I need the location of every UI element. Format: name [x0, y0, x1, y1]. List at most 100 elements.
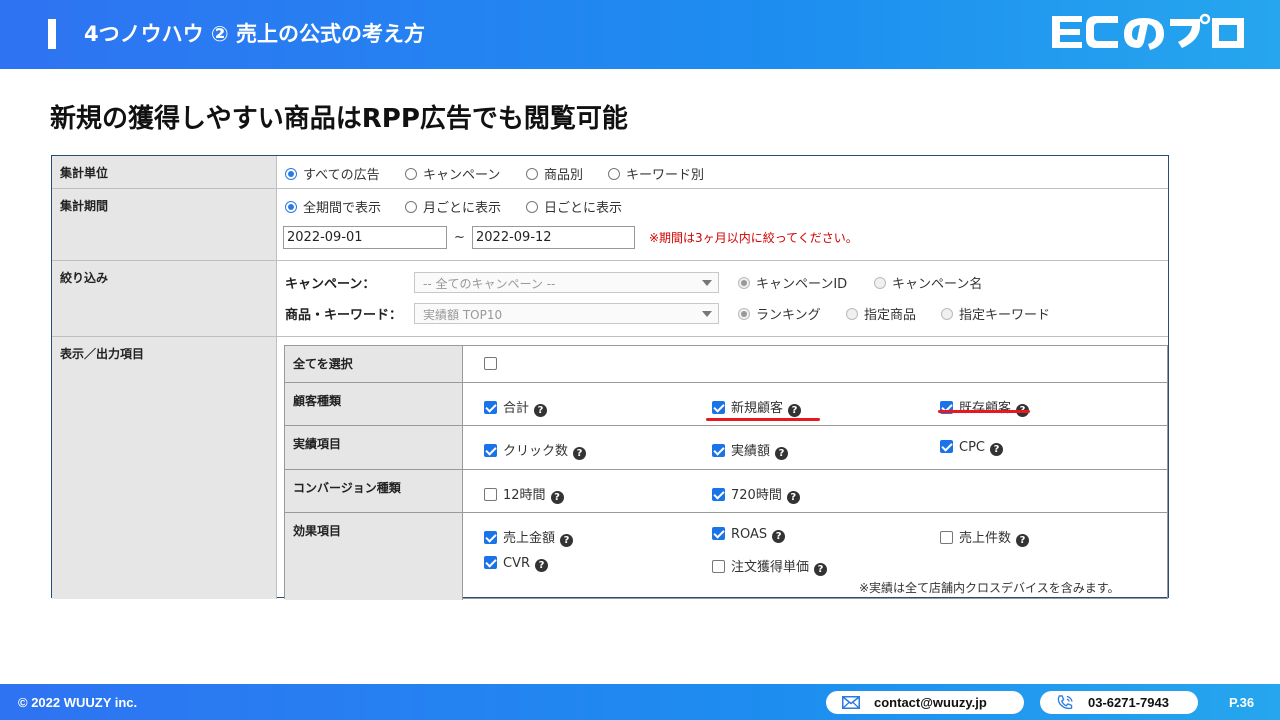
radio-all-ads[interactable]: すべての広告 — [285, 164, 380, 183]
checkbox-box — [712, 560, 725, 573]
radio-by-keyword[interactable]: キーワード別 — [608, 164, 704, 183]
help-icon[interactable]: ? — [534, 404, 548, 417]
display-items-row: 表示／出力項目 全てを選択 顧客種類 合計? 新規顧客? 既存顧客? 実績項目 … — [52, 337, 1168, 600]
radio-label: 指定商品 — [864, 308, 917, 323]
help-icon[interactable]: ? — [788, 404, 802, 417]
phone-pill[interactable]: 03-6271-7943 — [1040, 691, 1198, 714]
radio-specified-product[interactable]: 指定商品 — [846, 304, 916, 323]
radio-dot — [405, 168, 417, 180]
radio-campaign-id[interactable]: キャンペーンID — [738, 273, 847, 292]
checkbox-720h[interactable]: 720時間? — [712, 484, 800, 504]
performance-label: 実績項目 — [285, 426, 463, 469]
radio-campaign-name[interactable]: キャンペーン名 — [874, 273, 982, 292]
checkbox-roas[interactable]: ROAS? — [712, 527, 786, 543]
help-icon[interactable]: ? — [550, 491, 564, 504]
checkbox-cvr[interactable]: CVR? — [484, 556, 549, 572]
aggregation-period-label: 集計期間 — [52, 189, 277, 260]
aggregation-unit-label: 集計単位 — [52, 156, 277, 188]
radio-label: ランキング — [756, 308, 821, 323]
checkbox-label: 売上件数 — [959, 531, 1012, 546]
radio-dot — [526, 168, 538, 180]
help-icon[interactable]: ? — [786, 491, 800, 504]
product-select-value: 実績額 TOP10 — [423, 308, 503, 322]
aggregation-period-row: 集計期間 全期間で表示 月ごとに表示 日ごとに表示 2022-09-01 ~ 2… — [52, 189, 1168, 261]
checkbox-existing-customer[interactable]: 既存顧客? — [940, 397, 1030, 417]
checkbox-label: 既存顧客 — [959, 401, 1012, 416]
slide: 4つノウハウ ② 売上の公式の考え方 新規の獲得しやすい商品はRPP広告でも閲覧… — [0, 0, 1280, 720]
header-bar: 4つノウハウ ② 売上の公式の考え方 — [0, 0, 1280, 69]
select-all-checkbox[interactable] — [484, 357, 503, 372]
help-icon[interactable]: ? — [560, 534, 574, 547]
radio-label: キャンペーン — [423, 168, 501, 183]
checkbox-clicks[interactable]: クリック数? — [484, 440, 587, 460]
product-keyword-select[interactable]: 実績額 TOP10 — [414, 303, 719, 324]
help-icon[interactable]: ? — [535, 559, 549, 572]
highlight-underline-new — [706, 418, 820, 421]
radio-daily[interactable]: 日ごとに表示 — [526, 197, 622, 216]
filter-row: 絞り込み キャンペーン： -- 全てのキャンペーン -- キャンペーンID キャ… — [52, 261, 1168, 337]
checkbox-box — [940, 440, 953, 453]
checkbox-total[interactable]: 合計? — [484, 397, 548, 417]
checkbox-label: 720時間 — [731, 488, 782, 503]
help-icon[interactable]: ? — [573, 447, 587, 460]
checkbox-sales-count[interactable]: 売上件数? — [940, 527, 1030, 547]
cross-device-note: ※実績は全て店舗内クロスデバイスを含みます。 — [859, 581, 1120, 595]
end-date-input[interactable]: 2022-09-12 — [472, 226, 635, 249]
radio-label: 商品別 — [544, 168, 584, 183]
radio-by-product[interactable]: 商品別 — [526, 164, 583, 183]
radio-label: 日ごとに表示 — [544, 201, 623, 216]
radio-label: 月ごとに表示 — [423, 201, 502, 216]
effect-items-row: 効果項目 売上金額? ROAS? 売上件数? CVR? 注文獲得単価? ※実績は… — [285, 513, 1167, 600]
radio-campaign[interactable]: キャンペーン — [405, 164, 500, 183]
radio-label: 全期間で表示 — [303, 201, 382, 216]
checkbox-sales-amount[interactable]: 売上金額? — [484, 527, 574, 547]
checkbox-label: 注文獲得単価 — [731, 560, 810, 575]
checkbox-box — [484, 357, 497, 370]
checkbox-new-customer[interactable]: 新規顧客? — [712, 397, 802, 417]
radio-monthly[interactable]: 月ごとに表示 — [405, 197, 501, 216]
checkbox-label: CVR — [503, 556, 531, 571]
campaign-select-value: -- 全てのキャンペーン -- — [423, 277, 556, 291]
radio-label: キャンペーンID — [756, 277, 848, 292]
checkbox-cpc[interactable]: CPC? — [940, 440, 1003, 456]
radio-dot — [846, 308, 858, 320]
checkbox-box — [712, 444, 725, 457]
campaign-select[interactable]: -- 全てのキャンペーン -- — [414, 272, 719, 293]
radio-dot — [874, 277, 886, 289]
checkbox-label: CPC — [959, 440, 985, 455]
checkbox-label: ROAS — [731, 527, 768, 542]
checkbox-cost-per-order[interactable]: 注文獲得単価? — [712, 556, 828, 576]
display-items-table: 全てを選択 顧客種類 合計? 新規顧客? 既存顧客? 実績項目 クリック数? 実… — [284, 345, 1168, 600]
customer-type-label: 顧客種類 — [285, 383, 463, 425]
checkbox-label: クリック数 — [503, 444, 569, 459]
display-items-label: 表示／出力項目 — [52, 337, 277, 599]
radio-dot — [941, 308, 953, 320]
product-keyword-filter-label: 商品・キーワード： — [285, 308, 403, 323]
checkbox-label: 合計 — [503, 401, 530, 416]
help-icon[interactable]: ? — [990, 443, 1003, 456]
copyright: © 2022 WUUZY inc. — [18, 695, 138, 710]
radio-all-period[interactable]: 全期間で表示 — [285, 197, 381, 216]
help-icon[interactable]: ? — [772, 530, 786, 543]
phone-text: 03-6271-7943 — [1088, 695, 1169, 710]
radio-label: キャンペーン名 — [892, 277, 983, 292]
radio-label: すべての広告 — [303, 168, 380, 183]
radio-dot — [608, 168, 620, 180]
radio-specified-keyword[interactable]: 指定キーワード — [941, 304, 1050, 323]
help-icon[interactable]: ? — [1016, 534, 1030, 547]
period-warning: ※期間は3ヶ月以内に絞ってください。 — [649, 231, 858, 245]
select-all-row: 全てを選択 — [285, 346, 1167, 383]
start-date-input[interactable]: 2022-09-01 — [283, 226, 447, 249]
help-icon[interactable]: ? — [775, 447, 789, 460]
radio-ranking[interactable]: ランキング — [738, 304, 821, 323]
checkbox-actual-amount[interactable]: 実績額? — [712, 440, 789, 460]
email-pill[interactable]: contact@wuuzy.jp — [826, 691, 1024, 714]
radio-dot — [738, 308, 750, 320]
chevron-down-icon — [702, 311, 712, 317]
help-icon[interactable]: ? — [814, 563, 828, 576]
checkbox-label: 売上金額 — [503, 531, 556, 546]
brand-logo — [1048, 10, 1248, 54]
checkbox-12h[interactable]: 12時間? — [484, 484, 564, 504]
checkbox-box — [484, 531, 497, 544]
checkbox-label: 12時間 — [503, 488, 546, 503]
